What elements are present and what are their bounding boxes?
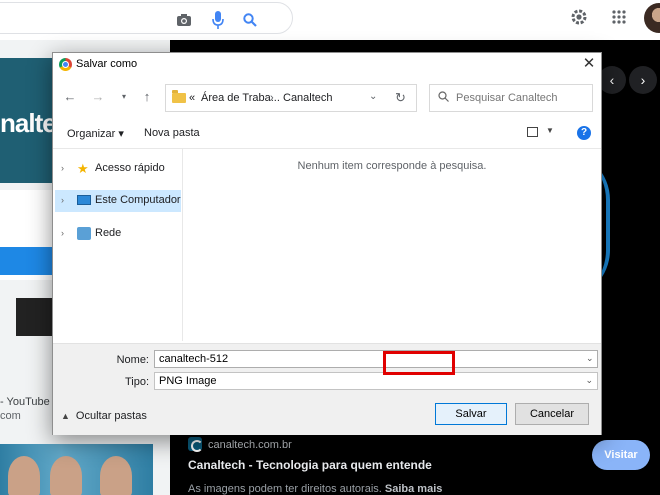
navigation-pane: › ★ Acesso rápido › Este Computador › Re… <box>53 149 183 341</box>
hide-folders-toggle[interactable]: ▲ Ocultar pastas <box>61 410 147 422</box>
breadcrumb-overflow[interactable]: « <box>189 92 195 104</box>
site-favicon-icon <box>188 437 203 452</box>
search-bar[interactable] <box>0 2 293 34</box>
folder-search-input[interactable] <box>456 90 586 106</box>
thumbnail-brand-text: nalte <box>0 108 57 138</box>
visit-button[interactable]: Visitar <box>592 440 650 470</box>
tree-item-label: Acesso rápido <box>95 162 165 174</box>
save-button[interactable]: Salvar <box>435 403 507 425</box>
empty-folder-message: Nenhum item corresponde à pesquisa. <box>297 160 487 172</box>
next-arrow-icon[interactable]: › <box>629 66 657 94</box>
people-thumbnail[interactable] <box>0 444 153 495</box>
forward-arrow-icon[interactable]: → <box>90 89 106 105</box>
tree-item-quick-access[interactable]: › ★ Acesso rápido <box>55 158 181 180</box>
address-dropdown-chevron-icon[interactable]: ⌄ <box>369 91 377 102</box>
expand-chevron-icon[interactable]: › <box>61 228 64 238</box>
filename-label: Nome: <box>116 354 149 366</box>
learn-more-link[interactable]: Saiba mais <box>385 483 442 495</box>
browser-top-bar <box>0 0 660 38</box>
refresh-icon[interactable]: ↻ <box>395 90 406 106</box>
search-icon[interactable] <box>243 13 257 27</box>
copyright-note-text: As imagens podem ter direitos autorais. <box>188 483 382 495</box>
organize-menu[interactable]: Organizar ▾ <box>67 127 124 140</box>
filetype-value: PNG Image <box>159 375 217 387</box>
copyright-note: As imagens podem ter direitos autorais. … <box>188 483 442 495</box>
filename-input[interactable] <box>154 350 598 368</box>
close-icon[interactable]: ✕ <box>579 55 599 73</box>
up-arrow-icon[interactable]: ↑ <box>139 89 155 105</box>
dialog-title: Salvar como <box>76 58 138 70</box>
chrome-icon <box>59 58 72 71</box>
hide-folders-label: Ocultar pastas <box>75 410 147 422</box>
computer-icon <box>77 195 91 205</box>
dialog-body: › ★ Acesso rápido › Este Computador › Re… <box>53 148 601 341</box>
tree-item-label: Este Computador <box>95 194 181 206</box>
folder-icon <box>172 90 186 103</box>
site-domain: canaltech.com.br <box>208 439 292 451</box>
result-caption[interactable]: - YouTube <box>0 396 50 408</box>
filetype-dropdown-chevron-icon[interactable]: ⌄ <box>585 375 593 386</box>
search-icon <box>438 91 449 102</box>
tree-item-this-pc[interactable]: › Este Computador <box>55 190 181 212</box>
view-options-chevron-icon[interactable]: ▼ <box>546 126 554 135</box>
folder-search-box[interactable] <box>429 84 593 112</box>
expand-chevron-icon[interactable]: › <box>61 195 64 205</box>
gear-icon[interactable] <box>570 8 588 26</box>
breadcrumb-separator-icon: › <box>270 92 274 104</box>
microphone-icon[interactable] <box>212 11 224 29</box>
result-title-link[interactable]: Canaltech - Tecnologia para quem entende <box>188 458 432 472</box>
star-icon: ★ <box>77 161 89 176</box>
result-thumbnail-blue-band <box>0 247 60 275</box>
navigation-row: ← → ▾ ↑ « Área de Traba... › Canaltech ⌄… <box>53 81 601 115</box>
help-icon[interactable]: ? <box>577 126 591 140</box>
dialog-title-bar[interactable]: Salvar como ✕ <box>53 53 601 77</box>
save-form: Nome: ⌄ Tipo: PNG Image ⌄ ▲ Ocultar pasta… <box>53 343 601 435</box>
apps-grid-icon[interactable] <box>612 10 626 24</box>
tree-item-label: Rede <box>95 227 122 239</box>
camera-icon[interactable] <box>177 14 191 26</box>
network-icon <box>77 227 91 240</box>
address-bar[interactable]: « Área de Traba... › Canaltech ⌄ ↻ <box>165 84 417 112</box>
result-caption-domain: com <box>0 410 21 422</box>
recent-locations-chevron-icon[interactable]: ▾ <box>116 89 132 105</box>
filename-dropdown-chevron-icon[interactable]: ⌄ <box>586 353 597 364</box>
breadcrumb-canaltech[interactable]: Canaltech <box>283 92 333 104</box>
account-avatar[interactable] <box>644 3 660 33</box>
expand-chevron-icon[interactable]: › <box>61 163 64 173</box>
dialog-toolbar: Organizar ▾ Nova pasta ▼ ? <box>53 121 601 147</box>
result-site[interactable]: canaltech.com.br <box>188 437 292 452</box>
collapse-chevron-icon: ▲ <box>61 411 70 421</box>
breadcrumb-desktop[interactable]: Área de Traba... <box>201 92 280 104</box>
view-options-icon[interactable] <box>527 127 538 137</box>
save-as-dialog: Salvar como ✕ ← → ▾ ↑ « Área de Traba...… <box>52 52 602 435</box>
previous-arrow-icon[interactable]: ‹ <box>598 66 626 94</box>
filetype-select[interactable]: PNG Image ⌄ <box>154 372 598 390</box>
filetype-label: Tipo: <box>124 376 149 388</box>
back-arrow-icon[interactable]: ← <box>62 89 78 105</box>
cancel-button[interactable]: Cancelar <box>515 403 589 425</box>
new-folder-button[interactable]: Nova pasta <box>144 127 200 139</box>
tree-item-network[interactable]: › Rede <box>55 223 181 245</box>
result-thumbnail[interactable]: nalte <box>0 58 60 183</box>
